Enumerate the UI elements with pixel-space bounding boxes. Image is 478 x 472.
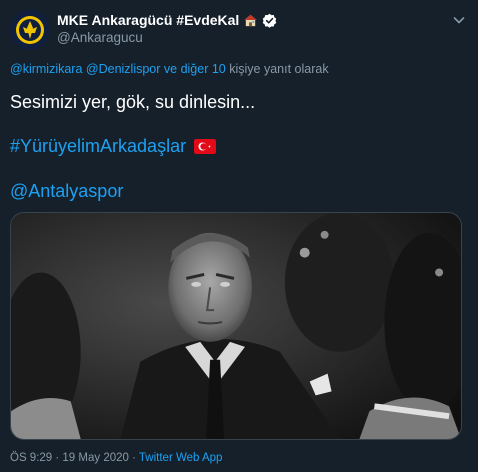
tweet-meta: ÖS 9:29 · 19 May 2020 · Twitter Web App (10, 452, 222, 464)
tweet-photo[interactable] (10, 212, 462, 440)
avatar[interactable] (10, 10, 50, 50)
mention-link[interactable]: @Antalyaspor (10, 181, 123, 202)
portrait-photo (11, 213, 461, 439)
timestamp[interactable]: ÖS 9:29 · 19 May 2020 · (10, 452, 139, 464)
user-handle[interactable]: @Ankaragucu (57, 30, 143, 45)
house-icon (244, 14, 257, 26)
verified-badge-icon (263, 13, 277, 28)
turkey-flag-icon (194, 139, 217, 154)
display-name-row[interactable]: MKE Ankaragücü #EvdeKal (57, 12, 277, 28)
tweet: MKE Ankaragücü #EvdeKal @Ankaragucu @kir… (0, 0, 478, 472)
club-crest-icon (10, 10, 50, 50)
display-name[interactable]: MKE Ankaragücü #EvdeKal (57, 12, 239, 28)
reply-mention-link[interactable]: @kirmizikara (10, 62, 82, 76)
source-link[interactable]: Twitter Web App (139, 452, 223, 464)
hashtag-link[interactable]: #YürüyelimArkadaşlar (10, 136, 186, 157)
replying-to: @kirmizikara @Denizlispor ve diğer 10 ki… (10, 62, 329, 76)
reply-suffix: kişiye yanıt olarak (229, 62, 329, 76)
tweet-text: Sesimizi yer, gök, su dinlesin... (10, 92, 256, 112)
chevron-down-icon[interactable] (451, 12, 467, 28)
reply-mention-others-link[interactable]: @Denizlispor ve diğer 10 (86, 62, 226, 76)
hashtag-row: #YürüyelimArkadaşlar (10, 136, 217, 157)
